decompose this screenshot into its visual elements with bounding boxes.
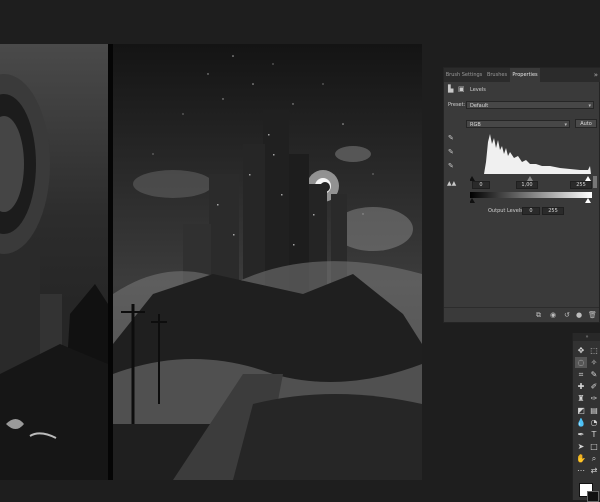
input-black-field[interactable]: 0 [472, 181, 490, 189]
gradient-tool-icon[interactable]: ▤ [588, 405, 600, 416]
preset-label: Preset: [448, 102, 466, 108]
preset-dropdown[interactable]: Default ▾ [466, 101, 594, 109]
swap-colors-icon[interactable]: ⇄ [588, 465, 600, 476]
clip-to-layer-icon[interactable]: ⧉ [536, 310, 541, 320]
artboard-right[interactable] [113, 44, 422, 480]
spot-healing-tool-icon[interactable]: ✚ [575, 381, 587, 392]
eraser-tool-icon[interactable]: ◩ [575, 405, 587, 416]
delete-icon[interactable]: 🗑 [588, 310, 597, 320]
black-point-eyedropper-icon[interactable]: ✎ [448, 134, 454, 142]
chevron-down-icon: ▾ [588, 103, 591, 109]
auto-button[interactable]: Auto [575, 119, 597, 128]
output-black-field[interactable]: 0 [522, 207, 540, 215]
panel-footer: ⧉ ◉ ↺ ● 🗑 [444, 307, 599, 322]
dodge-tool-icon[interactable]: ◔ [588, 417, 600, 428]
mask-icon[interactable]: ▣ [458, 85, 465, 93]
document-canvas[interactable] [0, 44, 440, 500]
preset-value: Default [470, 103, 489, 109]
view-previous-state-icon[interactable]: ◉ [550, 310, 556, 320]
adjustment-title: Levels [470, 87, 486, 93]
right-artwork [113, 55, 422, 480]
hand-tool-icon[interactable]: ✋ [575, 453, 587, 464]
lasso-tool-icon[interactable]: ◌ [575, 357, 587, 368]
artboard-tool-icon[interactable]: ⬚ [588, 345, 600, 356]
tab-brush-settings[interactable]: Brush Settings [444, 68, 484, 82]
channel-dropdown[interactable]: RGB ▾ [466, 120, 570, 128]
white-point-eyedropper-icon[interactable]: ✎ [448, 162, 454, 170]
rectangle-tool-icon[interactable]: □ [588, 441, 600, 452]
artboard-left[interactable] [0, 44, 108, 480]
eyedropper-tool-icon[interactable]: ✎ [588, 369, 600, 380]
channel-value: RGB [470, 122, 481, 128]
brush-tool-icon[interactable]: ✐ [588, 381, 600, 392]
edit-toolbar-icon[interactable]: ⋯ [575, 465, 587, 476]
output-levels-label: Output Levels: [488, 208, 525, 214]
pen-tool-icon[interactable]: ✒ [575, 429, 587, 440]
output-levels-slider[interactable] [470, 198, 592, 204]
background-color-swatch[interactable] [587, 491, 599, 502]
panel-tab-bar: Brush Settings Brushes Properties » [444, 68, 600, 82]
visibility-icon[interactable]: ● [576, 310, 582, 320]
reset-icon[interactable]: ↺ [564, 310, 570, 320]
zoom-tool-icon[interactable]: ⌕ [588, 453, 600, 464]
collapse-panel-icon[interactable]: » [594, 69, 598, 81]
tab-brushes[interactable]: Brushes [484, 68, 510, 82]
output-white-handle [585, 198, 591, 203]
clone-stamp-tool-icon[interactable]: ♜ [575, 393, 587, 404]
tools-panel: » ✥ ⬚ ◌ ✧ ⌗ ✎ ✚ ✐ ♜ ✑ ◩ ▤ 💧 ◔ ✒ T ➤ □ ✋ … [572, 333, 600, 502]
levels-histogram [470, 132, 592, 174]
history-brush-tool-icon[interactable]: ✑ [588, 393, 600, 404]
move-tool-icon[interactable]: ✥ [575, 345, 587, 356]
panel-scrollbar[interactable] [593, 176, 597, 188]
tab-properties[interactable]: Properties [510, 68, 540, 82]
input-gamma-field[interactable]: 1,00 [516, 181, 538, 189]
clipping-warning-icon[interactable]: ▲▲ [447, 180, 456, 188]
levels-icon: ▙ [448, 85, 454, 93]
input-levels-slider[interactable] [470, 176, 592, 181]
properties-panel: Brush Settings Brushes Properties » ▙ ▣ … [443, 67, 600, 323]
gray-point-eyedropper-icon[interactable]: ✎ [448, 148, 454, 156]
output-white-field[interactable]: 255 [542, 207, 564, 215]
input-white-field[interactable]: 255 [570, 181, 592, 189]
left-artwork [0, 74, 108, 480]
blur-tool-icon[interactable]: 💧 [575, 417, 587, 428]
output-black-handle [470, 198, 475, 203]
type-tool-icon[interactable]: T [588, 429, 600, 440]
chevron-down-icon: ▾ [564, 122, 567, 128]
path-selection-tool-icon[interactable]: ➤ [575, 441, 587, 452]
tools-collapse-icon[interactable]: » [573, 333, 600, 341]
quick-select-tool-icon[interactable]: ✧ [588, 357, 600, 368]
crop-tool-icon[interactable]: ⌗ [575, 369, 587, 380]
